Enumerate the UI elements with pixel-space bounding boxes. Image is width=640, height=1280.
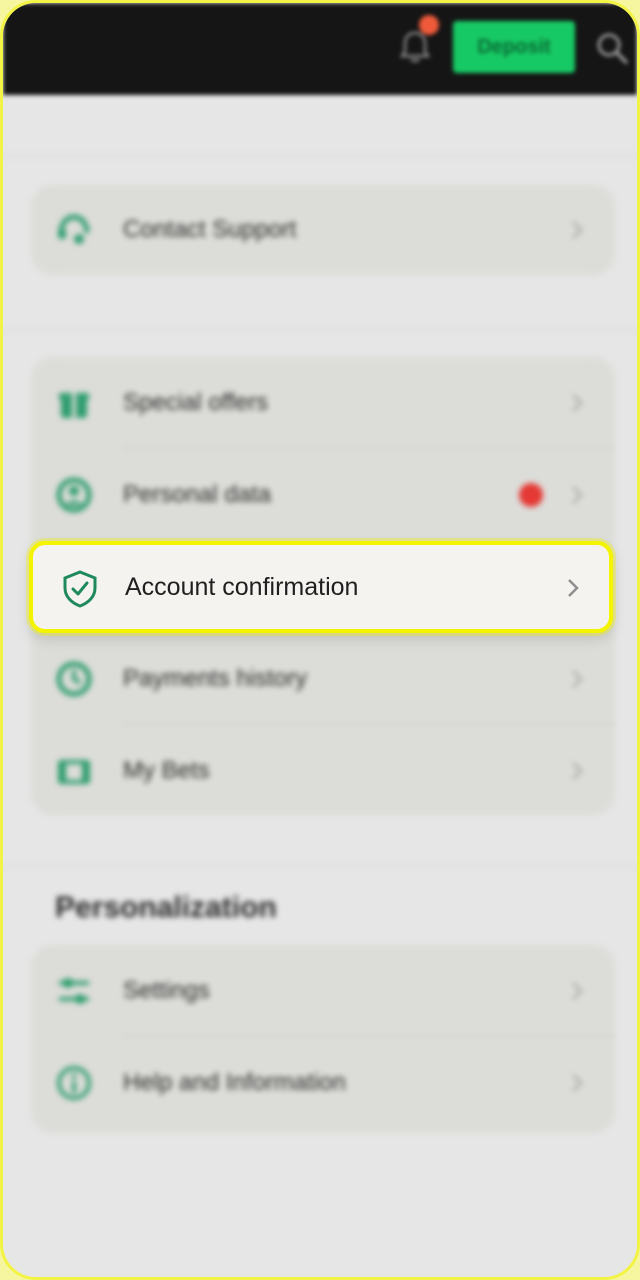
- clock-icon: [56, 661, 92, 697]
- chevron-right-icon: [572, 221, 583, 239]
- alert-dot: [519, 483, 543, 507]
- chevron-right-icon: [568, 579, 579, 597]
- menu-item-label: Payments history: [123, 665, 308, 692]
- menu-item-contact-support[interactable]: Contact Support: [31, 184, 615, 276]
- menu-item-account-confirmation[interactable]: Account confirmation: [29, 541, 613, 633]
- section-title-personalization: Personalization: [55, 891, 277, 924]
- divider: [3, 329, 637, 331]
- divider: [3, 865, 637, 867]
- menu-item-label: Settings: [123, 977, 210, 1004]
- menu-item-label: Personal data: [123, 481, 272, 508]
- notification-badge: [419, 15, 439, 35]
- menu-item-label: Help and Information: [123, 1069, 346, 1096]
- user-circle-icon: [56, 477, 92, 513]
- gift-icon: [59, 393, 89, 418]
- shield-check-icon: [63, 570, 97, 608]
- chevron-right-icon: [572, 670, 583, 688]
- chevron-right-icon: [572, 762, 583, 780]
- headset-icon: [58, 214, 90, 244]
- search-icon[interactable]: [595, 31, 629, 65]
- personalization-card: Settings Help and Information: [31, 945, 615, 1133]
- menu-item-label: Account confirmation: [125, 573, 359, 601]
- chevron-right-icon: [572, 486, 583, 504]
- menu-item-personal-data[interactable]: Personal data: [31, 449, 615, 541]
- menu-item-help-information[interactable]: Help and Information: [31, 1037, 615, 1129]
- support-card: Contact Support: [31, 185, 615, 275]
- divider: [3, 155, 637, 157]
- chevron-right-icon: [572, 982, 583, 1000]
- menu-item-my-bets[interactable]: My Bets: [31, 725, 615, 817]
- menu-item-label: Contact Support: [123, 216, 297, 243]
- deposit-button[interactable]: Deposit: [453, 21, 575, 73]
- top-bar: Deposit: [3, 3, 637, 95]
- chevron-right-icon: [572, 1074, 583, 1092]
- ticket-icon: [58, 760, 90, 784]
- info-icon: [57, 1066, 91, 1100]
- menu-item-label: Special offers: [123, 389, 268, 416]
- menu-item-special-offers[interactable]: Special offers: [31, 357, 615, 449]
- chevron-right-icon: [572, 394, 583, 412]
- sliders-icon: [59, 978, 89, 1004]
- phone-screen: Deposit Contact Support Special offers P…: [0, 0, 640, 1280]
- menu-item-payments-history[interactable]: Payments history: [31, 633, 615, 725]
- menu-item-label: My Bets: [123, 757, 210, 784]
- menu-item-settings[interactable]: Settings: [31, 945, 615, 1037]
